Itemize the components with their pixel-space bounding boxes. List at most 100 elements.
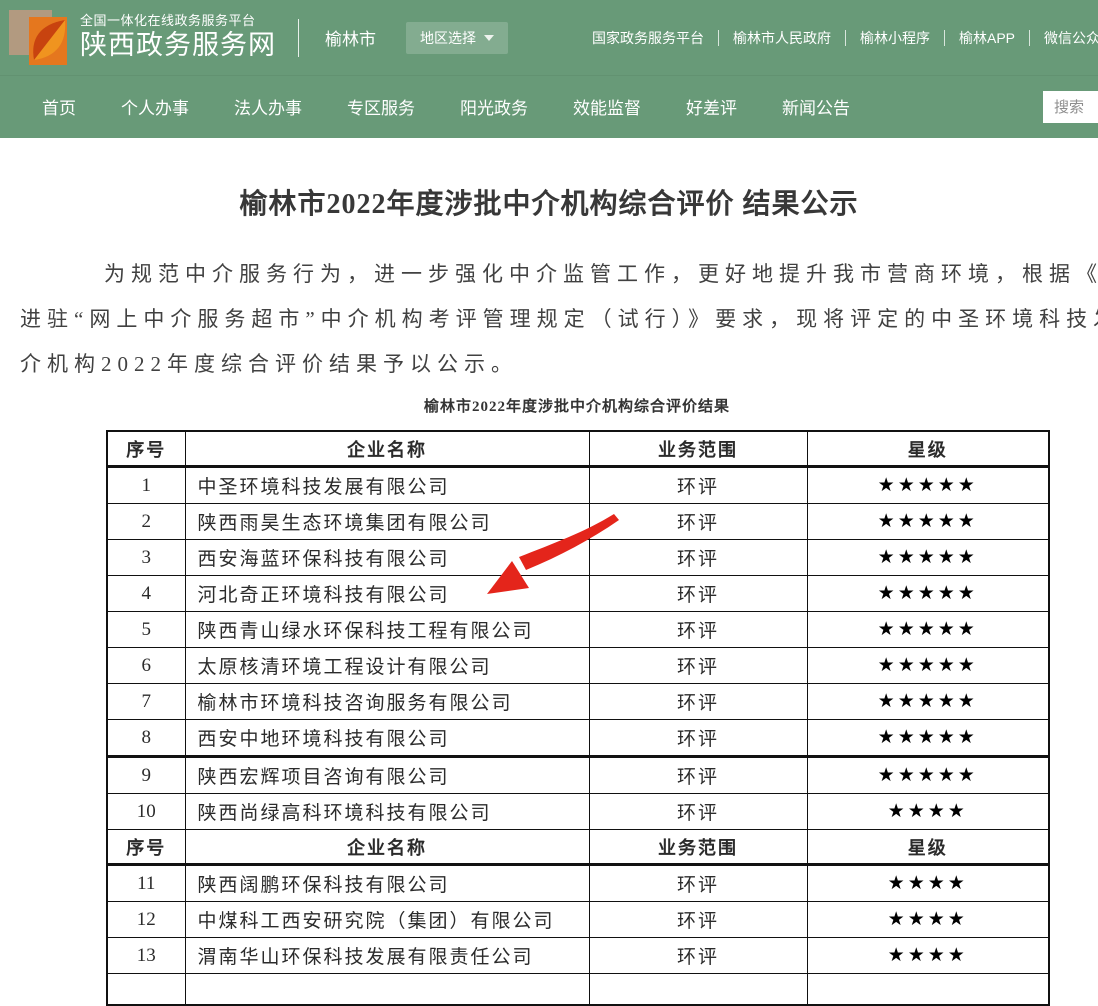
cell-empty (807, 974, 1049, 1006)
cell-scope: 环评 (589, 684, 807, 720)
cell-name: 陕西青山绿水环保科技工程有限公司 (185, 612, 589, 648)
cell-name: 中圣环境科技发展有限公司 (185, 467, 589, 504)
table-caption: 榆林市2022年度涉批中介机构综合评价结果 (106, 395, 1048, 416)
current-city-label: 榆林市 (325, 25, 376, 50)
nav-item-3[interactable]: 专区服务 (347, 94, 415, 119)
nav-item-4[interactable]: 阳光政务 (460, 94, 528, 119)
cell-name: 河北奇正环境科技有限公司 (185, 576, 589, 612)
cell-stars: ★★★★ (807, 794, 1049, 830)
table-row-clipped (107, 974, 1049, 1006)
table-row: 13渭南华山环保科技发展有限责任公司环评★★★★ (107, 938, 1049, 974)
quick-link[interactable]: 微信公众号 (1030, 30, 1098, 46)
announcement-paragraph: 为规范中介服务行为，进一步强化中介监管工作，更好地提升我市营商环境，根据《榆林市… (0, 252, 1098, 387)
cell-name: 渭南华山环保科技发展有限责任公司 (185, 938, 589, 974)
region-selector-label: 地区选择 (420, 28, 476, 48)
quick-link[interactable]: 榆林市人民政府 (719, 30, 846, 46)
cell-no: 8 (107, 720, 185, 757)
table-row: 2陕西雨昊生态环境集团有限公司环评★★★★★ (107, 504, 1049, 540)
column-header: 星级 (807, 431, 1049, 467)
quick-link[interactable]: 榆林APP (945, 30, 1030, 46)
cell-name: 太原核清环境工程设计有限公司 (185, 648, 589, 684)
cell-stars: ★★★★★ (807, 576, 1049, 612)
table-row: 5陕西青山绿水环保科技工程有限公司环评★★★★★ (107, 612, 1049, 648)
table-header-row: 序号企业名称业务范围星级 (107, 830, 1049, 865)
cell-no: 11 (107, 865, 185, 902)
cell-scope: 环评 (589, 794, 807, 830)
cell-no: 10 (107, 794, 185, 830)
paragraph-line: 进驻“网上中介服务超市”中介机构考评管理规定（试行）》要求，现将评定的中圣环境科… (20, 297, 1098, 342)
cell-no: 9 (107, 757, 185, 794)
cell-scope: 环评 (589, 576, 807, 612)
nav-item-7[interactable]: 新闻公告 (782, 94, 850, 119)
table-header-row: 序号企业名称业务范围星级 (107, 431, 1049, 467)
column-header: 业务范围 (589, 830, 807, 865)
table-row: 11陕西阔鹏环保科技有限公司环评★★★★ (107, 865, 1049, 902)
cell-empty (185, 974, 589, 1006)
main-nav: 首页 个人办事 法人办事 专区服务 阳光政务 效能监督 好差评 新闻公告 (0, 75, 1098, 138)
cell-no: 13 (107, 938, 185, 974)
cell-stars: ★★★★ (807, 865, 1049, 902)
table-row: 12中煤科工西安研究院（集团）有限公司环评★★★★ (107, 902, 1049, 938)
cell-stars: ★★★★★ (807, 540, 1049, 576)
cell-scope: 环评 (589, 467, 807, 504)
page-title: 榆林市2022年度涉批中介机构综合评价 结果公示 (0, 182, 1098, 222)
cell-empty (589, 974, 807, 1006)
cell-name: 中煤科工西安研究院（集团）有限公司 (185, 902, 589, 938)
announcement-document: 榆林市2022年度涉批中介机构综合评价 结果公示 为规范中介服务行为，进一步强化… (0, 182, 1098, 1006)
column-header: 企业名称 (185, 830, 589, 865)
cell-no: 4 (107, 576, 185, 612)
site-logo[interactable] (8, 7, 68, 69)
quick-link[interactable]: 国家政务服务平台 (578, 30, 719, 46)
cell-scope: 环评 (589, 720, 807, 757)
cell-stars: ★★★★ (807, 938, 1049, 974)
header-divider (298, 19, 299, 57)
cell-empty (107, 974, 185, 1006)
header-quick-links: 国家政务服务平台榆林市人民政府榆林小程序榆林APP微信公众号 注册 (578, 0, 1098, 75)
brand-block: 全国一体化在线政务服务平台 陕西政务服务网 (80, 14, 276, 62)
cell-stars: ★★★★ (807, 902, 1049, 938)
table-row: 6太原核清环境工程设计有限公司环评★★★★★ (107, 648, 1049, 684)
column-header: 业务范围 (589, 431, 807, 467)
cell-name: 陕西雨昊生态环境集团有限公司 (185, 504, 589, 540)
table-row: 8西安中地环境科技有限公司环评★★★★★ (107, 720, 1049, 757)
platform-label: 全国一体化在线政务服务平台 (80, 14, 276, 29)
table-row: 4河北奇正环境科技有限公司环评★★★★★ (107, 576, 1049, 612)
cell-no: 3 (107, 540, 185, 576)
cell-scope: 环评 (589, 540, 807, 576)
search-input[interactable] (1043, 91, 1098, 123)
cell-name: 陕西宏辉项目咨询有限公司 (185, 757, 589, 794)
cell-no: 12 (107, 902, 185, 938)
cell-scope: 环评 (589, 757, 807, 794)
cell-no: 5 (107, 612, 185, 648)
cell-scope: 环评 (589, 612, 807, 648)
column-header: 序号 (107, 830, 185, 865)
cell-scope: 环评 (589, 648, 807, 684)
column-header: 星级 (807, 830, 1049, 865)
cell-stars: ★★★★★ (807, 504, 1049, 540)
cell-stars: ★★★★★ (807, 757, 1049, 794)
paragraph-line: 为规范中介服务行为，进一步强化中介监管工作，更好地提升我市营商环境，根据《榆林市… (20, 252, 1098, 297)
quick-link[interactable]: 榆林小程序 (846, 30, 945, 46)
nav-item-5[interactable]: 效能监督 (573, 94, 641, 119)
cell-no: 1 (107, 467, 185, 504)
column-header: 企业名称 (185, 431, 589, 467)
cell-name: 榆林市环境科技咨询服务有限公司 (185, 684, 589, 720)
cell-scope: 环评 (589, 504, 807, 540)
paragraph-line: 介机构2022年度综合评价结果予以公示。 (20, 342, 1098, 387)
cell-no: 6 (107, 648, 185, 684)
cell-name: 陕西尚绿高科环境科技有限公司 (185, 794, 589, 830)
cell-stars: ★★★★★ (807, 612, 1049, 648)
nav-item-6[interactable]: 好差评 (686, 94, 737, 119)
nav-item-0[interactable]: 首页 (42, 94, 76, 119)
region-selector-button[interactable]: 地区选择 (406, 22, 508, 54)
cell-name: 西安海蓝环保科技有限公司 (185, 540, 589, 576)
cell-no: 2 (107, 504, 185, 540)
cell-name: 陕西阔鹏环保科技有限公司 (185, 865, 589, 902)
cell-scope: 环评 (589, 865, 807, 902)
table-row: 10陕西尚绿高科环境科技有限公司环评★★★★ (107, 794, 1049, 830)
nav-item-2[interactable]: 法人办事 (234, 94, 302, 119)
table-row: 1中圣环境科技发展有限公司环评★★★★★ (107, 467, 1049, 504)
nav-item-1[interactable]: 个人办事 (121, 94, 189, 119)
table-row: 3西安海蓝环保科技有限公司环评★★★★★ (107, 540, 1049, 576)
cell-no: 7 (107, 684, 185, 720)
